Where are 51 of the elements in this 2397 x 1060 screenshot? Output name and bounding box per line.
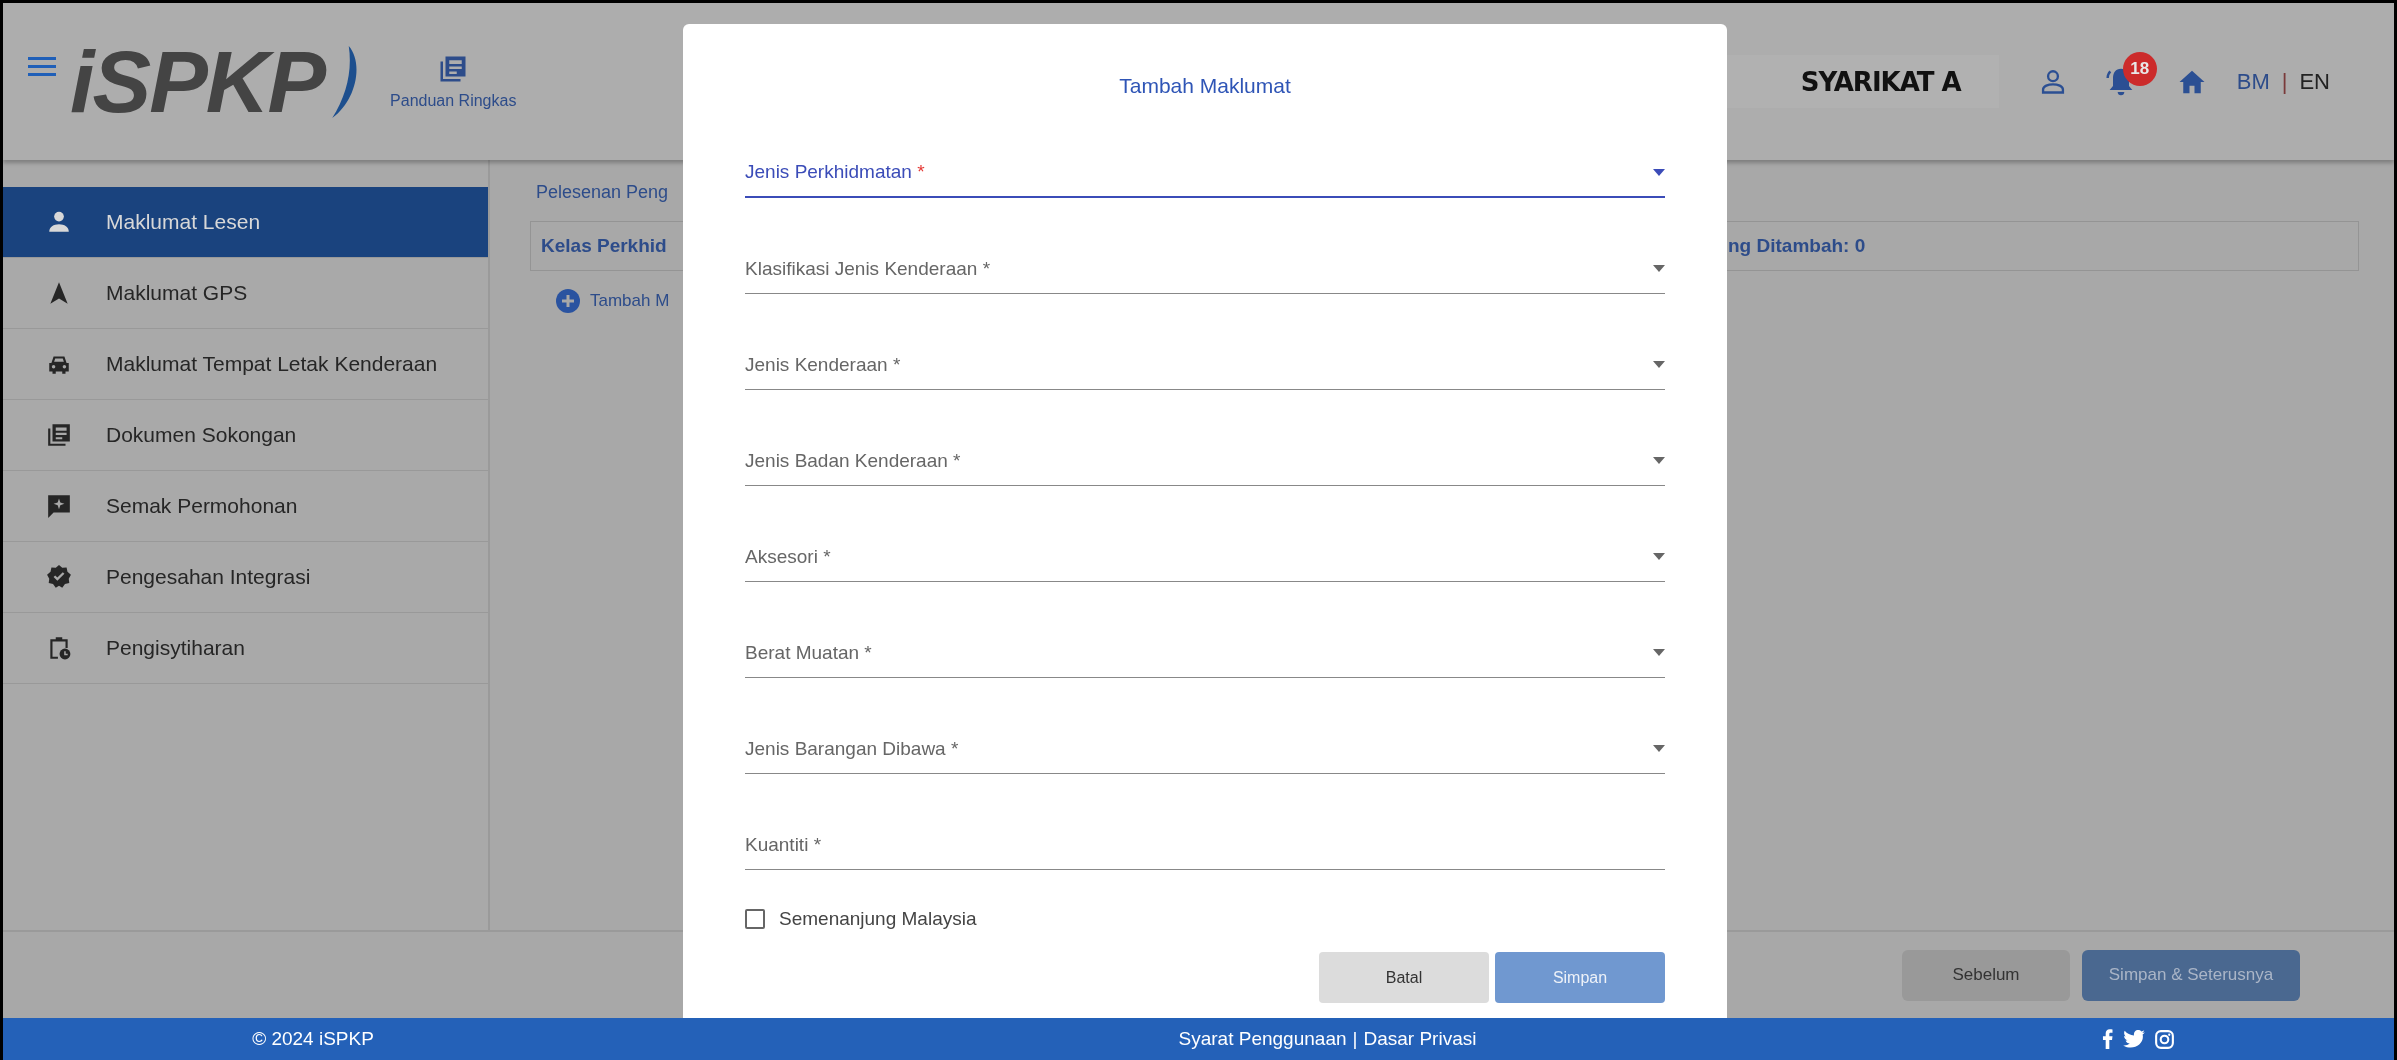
sidebar-item[interactable]: Pengisytiharan xyxy=(3,613,488,684)
instagram-icon[interactable] xyxy=(2155,1029,2174,1049)
sidebar-item[interactable]: Pengesahan Integrasi xyxy=(3,542,488,613)
dropdown-caret-icon xyxy=(1653,649,1665,656)
copyright-text: © 2024 iSPKP xyxy=(251,1028,375,1050)
sidebar-item[interactable]: Maklumat Lesen xyxy=(3,187,488,258)
footer-link[interactable]: Dasar Privasi xyxy=(1363,1028,1477,1050)
summary-label: Kelas Perkhid xyxy=(540,235,668,257)
logo-text: iSPKP xyxy=(70,37,325,126)
summary-count: ng Ditambah: 0 xyxy=(1728,235,1866,257)
notification-badge: 18 xyxy=(2122,51,2157,86)
sidebar-item[interactable]: Maklumat GPS xyxy=(3,258,488,329)
facebook-icon[interactable] xyxy=(2102,1029,2113,1049)
company-name: SYARIKAT A xyxy=(1800,66,1961,97)
dropdown-caret-icon xyxy=(1653,265,1665,272)
language-separator: | xyxy=(2281,68,2288,95)
dropdown-field[interactable]: Jenis Kenderaan * xyxy=(745,350,1665,390)
sidebar-item[interactable]: Dokumen Sokongan xyxy=(3,400,488,471)
dropdown-caret-icon xyxy=(1653,745,1665,752)
person-icon xyxy=(46,209,72,235)
dropdown-field[interactable]: Jenis Barangan Dibawa * xyxy=(745,734,1665,774)
input-field[interactable]: Kuantiti * xyxy=(745,830,1665,870)
documents-icon xyxy=(46,422,72,448)
checkbox[interactable] xyxy=(745,909,765,929)
twitter-icon[interactable] xyxy=(2123,1030,2145,1048)
footer-link[interactable]: Syarat Penggunaan xyxy=(1178,1028,1347,1050)
dropdown-field[interactable]: Berat Muatan * xyxy=(745,638,1665,678)
section-heading: Pelesenan Peng xyxy=(536,182,670,203)
chat-sparkle-icon xyxy=(46,493,72,519)
dropdown-field[interactable]: Jenis Perkhidmatan * xyxy=(745,158,1665,198)
cancel-button[interactable]: Batal xyxy=(1319,952,1489,1003)
menu-icon[interactable] xyxy=(28,55,56,78)
language-option[interactable]: BM xyxy=(2236,68,2270,95)
plus-circle-icon xyxy=(556,289,580,313)
dropdown-caret-icon xyxy=(1653,168,1665,176)
sidebar-item[interactable]: Semak Permohonan xyxy=(3,471,488,542)
verified-badge-icon xyxy=(46,564,72,590)
language-option[interactable]: EN xyxy=(2299,68,2330,95)
sidebar-item[interactable]: Maklumat Tempat Letak Kenderaan xyxy=(3,329,488,400)
link-separator: | xyxy=(1352,1028,1358,1050)
dropdown-caret-icon xyxy=(1653,553,1665,560)
dropdown-field[interactable]: Jenis Badan Kenderaan * xyxy=(745,446,1665,486)
back-button[interactable]: Sebelum xyxy=(1902,949,2070,1001)
add-link[interactable]: Tambah M xyxy=(556,289,670,313)
guide-link[interactable]: Panduan Ringkas xyxy=(390,53,517,110)
dropdown-caret-icon xyxy=(1653,457,1665,464)
checkbox-label: Semenanjung Malaysia xyxy=(779,908,977,930)
dropdown-caret-icon xyxy=(1653,361,1665,368)
dropdown-field[interactable]: Aksesori * xyxy=(745,542,1665,582)
dropdown-field[interactable]: Klasifikasi Jenis Kenderaan * xyxy=(745,254,1665,294)
dialog-title: Tambah Maklumat xyxy=(1118,73,1292,99)
